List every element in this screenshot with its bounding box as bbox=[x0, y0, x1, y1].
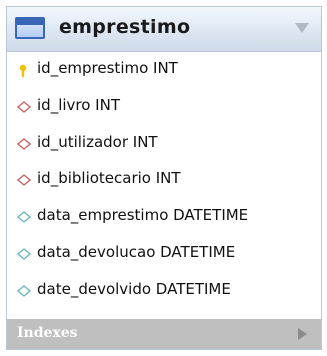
column-row[interactable]: data_devolucao DATETIME bbox=[7, 235, 321, 272]
table-icon bbox=[15, 17, 45, 39]
entity-title: emprestimo bbox=[59, 16, 191, 38]
column-row[interactable]: id_livro INT bbox=[7, 88, 321, 125]
column-row[interactable]: id_utilizador INT bbox=[7, 125, 321, 162]
expand-arrow-icon[interactable] bbox=[298, 328, 307, 340]
column-diamond-icon bbox=[17, 284, 31, 297]
column-row[interactable]: id_bibliotecario INT bbox=[7, 161, 321, 198]
column-label: date_devolvido DATETIME bbox=[37, 279, 231, 298]
collapse-arrow-icon[interactable] bbox=[295, 23, 309, 33]
column-label: id_emprestimo INT bbox=[37, 59, 178, 77]
foreign-key-diamond-icon bbox=[17, 100, 31, 113]
entity-table-emprestimo[interactable]: emprestimo id_emprestimo INT id_livro IN… bbox=[6, 6, 322, 350]
foreign-key-diamond-icon bbox=[17, 174, 31, 187]
column-label: id_livro INT bbox=[37, 95, 120, 114]
column-label: data_devolucao DATETIME bbox=[37, 242, 236, 261]
column-label: id_utilizador INT bbox=[37, 132, 158, 151]
column-row[interactable]: data_emprestimo DATETIME bbox=[7, 198, 321, 235]
column-label: id_bibliotecario INT bbox=[37, 169, 181, 188]
column-row[interactable]: date_devolvido DATETIME bbox=[7, 272, 321, 309]
foreign-key-diamond-icon bbox=[17, 137, 31, 150]
column-label: data_emprestimo DATETIME bbox=[37, 206, 249, 225]
indexes-section[interactable]: Indexes bbox=[7, 319, 321, 349]
entity-header[interactable]: emprestimo bbox=[7, 7, 321, 52]
column-diamond-icon bbox=[17, 248, 31, 260]
column-diamond-icon bbox=[17, 211, 31, 224]
column-list: id_emprestimo INT id_livro INT id_utiliz… bbox=[7, 51, 321, 309]
column-row[interactable]: id_emprestimo INT bbox=[7, 51, 321, 88]
indexes-label: Indexes bbox=[17, 325, 78, 341]
key-icon bbox=[19, 64, 27, 77]
